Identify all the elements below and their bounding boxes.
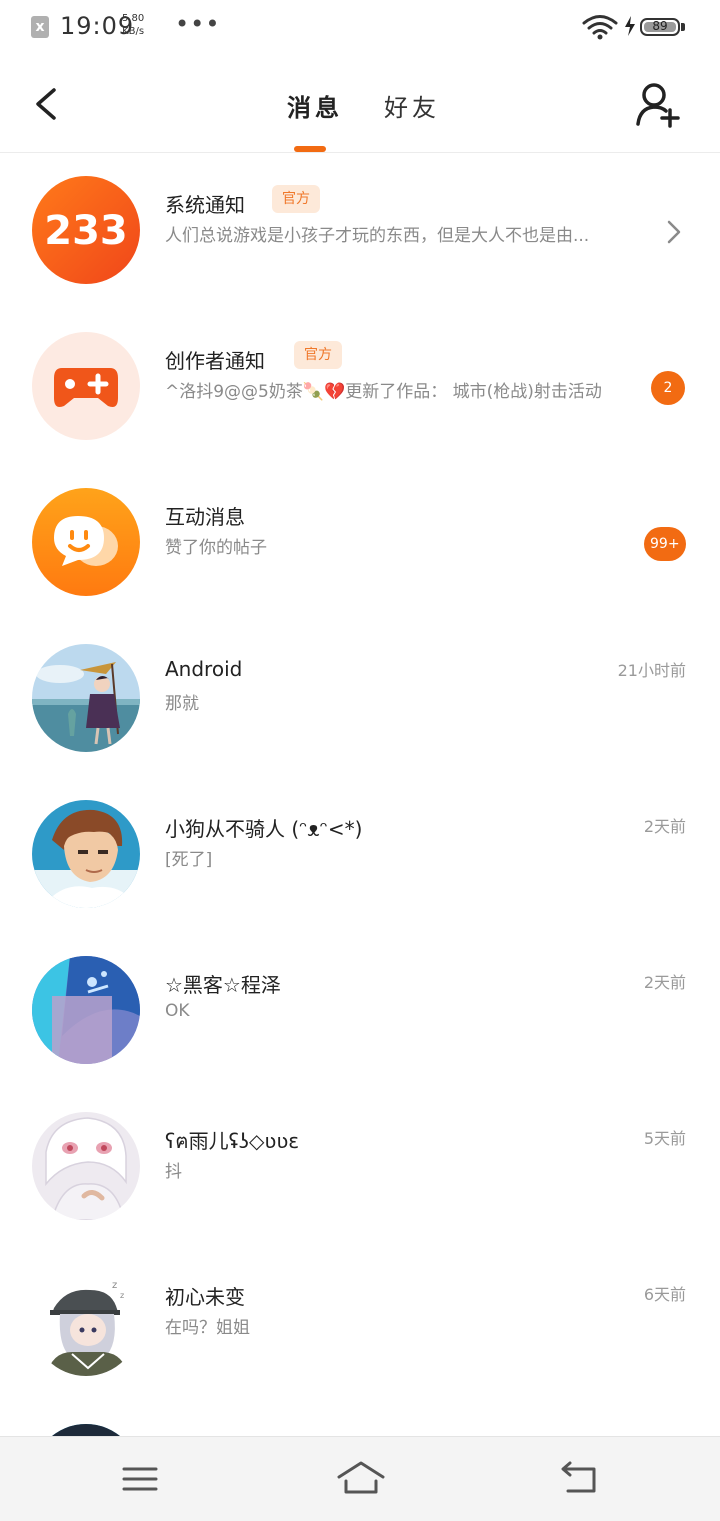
message-list[interactable]: 233 系统通知 官方 人们总说游戏是小孩子才玩的东西，但是大人不也是由... … (0, 153, 720, 1436)
list-item-chat[interactable]: ʕฅ雨儿ʢʖ◇ʋʋɛ 抖 5天前 (0, 1089, 720, 1245)
system-navigation-bar (0, 1436, 720, 1521)
contact-name: ☆黑客☆程泽 (165, 973, 281, 997)
network-speed-value: 5.80 (122, 13, 145, 24)
chevron-right-icon (667, 220, 681, 244)
svg-text:z: z (120, 1291, 124, 1300)
gamepad-plus-icon (32, 332, 140, 440)
message-preview: [死了] (165, 850, 213, 870)
avatar-logo-text: 233 (44, 208, 128, 254)
contact-name: 互动消息 (165, 505, 245, 529)
system-back-button[interactable] (558, 1459, 602, 1499)
message-time: 2天前 (643, 817, 686, 836)
header-bar: 消息 好友 (0, 56, 720, 153)
back-arrow-icon (561, 1461, 596, 1493)
avatar: 233 (32, 176, 140, 284)
logo-233-icon: 233 (32, 176, 140, 284)
list-item-interaction[interactable]: 互动消息 赞了你的帖子 99+ (0, 465, 720, 621)
avatar (32, 644, 140, 752)
menu-lines-icon (122, 1467, 158, 1491)
user-avatar-icon (32, 800, 140, 908)
chevron-left-icon (36, 88, 56, 120)
message-time: 2天前 (643, 973, 686, 992)
status-bar: x 19:09 5.80 KB/s ••• 89 (0, 0, 720, 56)
more-notifications-icon: ••• (175, 10, 221, 38)
message-time: 6天前 (643, 1285, 686, 1304)
contact-name: 小狗从不骑人 (ᵔᴥᵔ<*) (165, 817, 363, 841)
avatar: z z (32, 1268, 140, 1376)
message-preview: 人们总说游戏是小孩子才玩的东西，但是大人不也是由... (165, 226, 590, 246)
tab-friends[interactable]: 好友 (384, 88, 440, 123)
user-avatar-icon (32, 1112, 140, 1220)
add-user-icon (636, 83, 680, 128)
avatar (32, 956, 140, 1064)
message-time: 5天前 (643, 1129, 686, 1148)
list-item-chat[interactable]: 小狗从不骑人 (ᵔᴥᵔ<*) [死了] 2天前 (0, 777, 720, 933)
chat-bubble-smile-icon (32, 488, 140, 596)
user-avatar-icon (32, 956, 140, 1064)
official-badge: 官方 (294, 341, 342, 369)
back-button[interactable] (26, 82, 66, 126)
user-avatar-icon (32, 644, 140, 752)
message-preview: ^洛抖9@@5奶茶🍡💔更新了作品： 城市(枪战)射击活动 (165, 382, 602, 402)
contact-name: 创作者通知 (165, 349, 265, 373)
message-time: 21小时前 (617, 661, 686, 680)
list-item-creator-notice[interactable]: 创作者通知 官方 ^洛抖9@@5奶茶🍡💔更新了作品： 城市(枪战)射击活动 2 (0, 309, 720, 465)
menu-button[interactable] (118, 1459, 162, 1499)
wifi-icon (582, 15, 618, 40)
add-friend-button[interactable] (634, 80, 682, 130)
contact-name: Android (165, 657, 243, 681)
user-avatar-icon (32, 1424, 140, 1436)
avatar (32, 800, 140, 908)
unread-count-badge: 99+ (644, 527, 686, 561)
avatar (32, 1424, 140, 1436)
list-item-chat-partial[interactable] (0, 1401, 720, 1436)
network-speed: 5.80 KB/s (122, 12, 144, 38)
contact-name: 系统通知 (165, 193, 245, 217)
official-badge: 官方 (272, 185, 320, 213)
list-item-chat[interactable]: Android 那就 21小时前 (0, 621, 720, 777)
avatar (32, 488, 140, 596)
active-tab-indicator (294, 146, 326, 152)
unread-count-badge: 2 (651, 371, 685, 405)
contact-name: 初心未变 (165, 1285, 245, 1309)
sim-missing-icon: x (31, 16, 49, 38)
avatar (32, 332, 140, 440)
message-preview: 在吗？姐姐 (165, 1318, 250, 1338)
list-item-chat[interactable]: ☆黑客☆程泽 OK 2天前 (0, 933, 720, 1089)
message-preview: 赞了你的帖子 (165, 538, 267, 558)
avatar (32, 1112, 140, 1220)
tab-messages[interactable]: 消息 (287, 88, 343, 123)
svg-text:z: z (112, 1280, 117, 1291)
message-preview: OK (165, 1001, 190, 1021)
battery-icon: 89 (640, 18, 680, 36)
contact-name: ʕฅ雨儿ʢʖ◇ʋʋɛ (165, 1129, 300, 1153)
home-button[interactable] (336, 1459, 386, 1499)
battery-level: 89 (652, 19, 668, 33)
charging-icon (625, 16, 635, 36)
message-preview: 那就 (165, 694, 199, 714)
network-speed-unit: KB/s (122, 26, 145, 37)
list-item-system-notice[interactable]: 233 系统通知 官方 人们总说游戏是小孩子才玩的东西，但是大人不也是由... (0, 153, 720, 309)
battery-tip (681, 23, 685, 31)
home-icon (337, 1461, 385, 1494)
message-preview: 抖 (165, 1162, 182, 1182)
user-avatar-icon: z z (32, 1268, 140, 1376)
list-item-chat[interactable]: z z 初心未变 在吗？姐姐 6天前 (0, 1245, 720, 1401)
